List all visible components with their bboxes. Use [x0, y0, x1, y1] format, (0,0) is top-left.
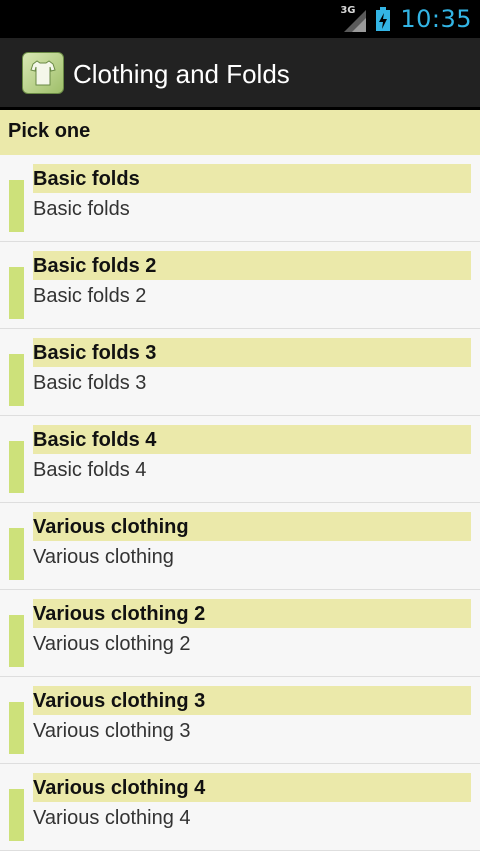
action-bar: Clothing and Folds — [0, 38, 480, 110]
shirt-icon[interactable] — [22, 52, 64, 94]
options-list: Basic folds Basic folds Basic folds 2 Ba… — [0, 155, 480, 851]
list-item-title: Basic folds 2 — [33, 251, 471, 280]
accent-bar — [9, 354, 24, 406]
list-item-subtitle: Basic folds 4 — [33, 459, 147, 481]
list-item-title: Basic folds 3 — [33, 338, 471, 367]
list-item-basic-folds-4[interactable]: Basic folds 4 Basic folds 4 — [0, 416, 480, 503]
accent-bar — [9, 615, 24, 667]
status-bar: 3G 10:35 — [0, 0, 480, 38]
list-item-basic-folds-2[interactable]: Basic folds 2 Basic folds 2 — [0, 242, 480, 329]
list-item-various-clothing-3[interactable]: Various clothing 3 Various clothing 3 — [0, 677, 480, 764]
accent-bar — [9, 267, 24, 319]
accent-bar — [9, 789, 24, 841]
list-item-title: Various clothing — [33, 512, 471, 541]
accent-bar — [9, 441, 24, 493]
battery-charging-icon — [376, 7, 391, 31]
list-header-label: Pick one — [8, 120, 91, 142]
list-item-various-clothing-2[interactable]: Various clothing 2 Various clothing 2 — [0, 590, 480, 677]
list-header: Pick one — [0, 110, 480, 155]
list-item-subtitle: Basic folds 2 — [33, 285, 147, 307]
list-item-subtitle: Basic folds — [33, 198, 130, 220]
list-item-title: Basic folds 4 — [33, 425, 471, 454]
list-item-various-clothing[interactable]: Various clothing Various clothing — [0, 503, 480, 590]
list-item-title: Various clothing 4 — [33, 773, 471, 802]
list-item-subtitle: Various clothing 3 — [33, 720, 191, 742]
accent-bar — [9, 702, 24, 754]
status-clock: 10:35 — [400, 5, 472, 33]
list-item-basic-folds[interactable]: Basic folds Basic folds — [0, 155, 480, 242]
list-item-subtitle: Various clothing 2 — [33, 633, 191, 655]
list-item-title: Basic folds — [33, 164, 471, 193]
list-item-basic-folds-3[interactable]: Basic folds 3 Basic folds 3 — [0, 329, 480, 416]
list-item-subtitle: Various clothing 4 — [33, 807, 191, 829]
list-item-various-clothing-4[interactable]: Various clothing 4 Various clothing 4 — [0, 764, 480, 851]
list-item-subtitle: Various clothing — [33, 546, 174, 568]
accent-bar — [9, 528, 24, 580]
accent-bar — [9, 180, 24, 232]
app-title: Clothing and Folds — [73, 59, 290, 89]
list-item-subtitle: Basic folds 3 — [33, 372, 147, 394]
status-icons: 3G 10:35 — [340, 0, 472, 38]
signal-icon: 3G — [340, 5, 368, 32]
list-item-title: Various clothing 3 — [33, 686, 471, 715]
list-item-title: Various clothing 2 — [33, 599, 471, 628]
